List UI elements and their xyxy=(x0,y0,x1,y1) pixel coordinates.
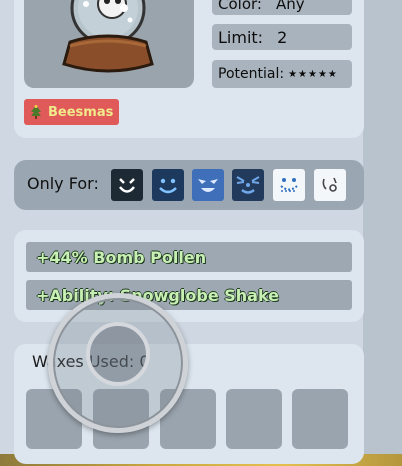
vicious-bee-icon[interactable] xyxy=(111,169,143,201)
color-stat: Color: Any xyxy=(212,0,352,15)
limit-value: 2 xyxy=(277,27,288,47)
beesmas-tag: Beesmas xyxy=(24,99,120,125)
festive-bee-icon[interactable] xyxy=(273,169,305,201)
ability-row: +44% Bomb Pollen xyxy=(26,242,352,272)
snowglobe-item-image xyxy=(24,0,194,88)
beesmas-tree-icon xyxy=(30,105,42,119)
cobalt-bee-icon[interactable] xyxy=(192,169,224,201)
potential-stat: Potential: ★★★★★ xyxy=(212,60,352,88)
bubble-bee-icon[interactable] xyxy=(152,169,184,201)
photon-bee-icon[interactable] xyxy=(314,169,346,201)
magnifier-inner-ring xyxy=(86,322,150,386)
potential-stars: ★★★★★ xyxy=(288,68,338,80)
color-label: Color: xyxy=(218,0,262,13)
limit-stat: Limit: 2 xyxy=(212,24,352,50)
only-for-label: Only For: xyxy=(27,174,99,193)
wax-slot[interactable] xyxy=(226,389,282,449)
wax-slot[interactable] xyxy=(292,389,348,449)
potential-label: Potential: xyxy=(218,66,285,82)
ability-row: +Ability: Snowglobe Shake xyxy=(26,280,352,310)
snowglobe-icon xyxy=(62,0,154,73)
color-value: Any xyxy=(275,0,305,13)
limit-label: Limit: xyxy=(218,27,264,47)
background-edge xyxy=(363,0,402,466)
tag-label: Beesmas xyxy=(48,104,114,120)
tabby-bee-icon[interactable] xyxy=(232,169,264,201)
